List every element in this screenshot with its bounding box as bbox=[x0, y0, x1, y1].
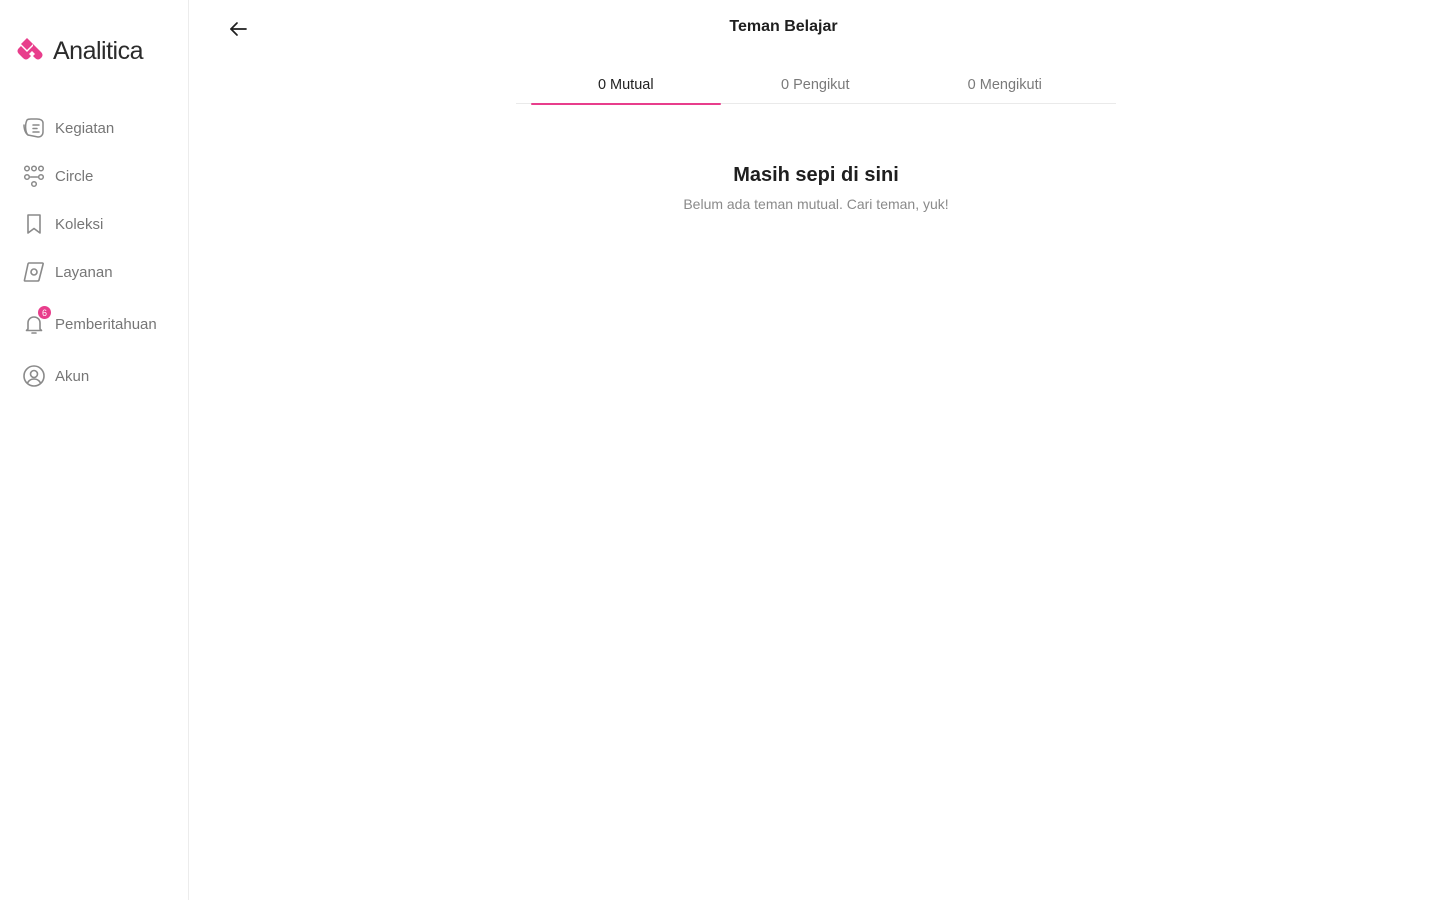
user-circle-icon bbox=[22, 364, 46, 388]
tab-pengikut[interactable]: 0 Pengikut bbox=[721, 66, 911, 104]
tab-mengikuti[interactable]: 0 Mengikuti bbox=[910, 66, 1100, 104]
sidebar-item-koleksi[interactable]: Koleksi bbox=[22, 211, 182, 237]
people-circle-icon bbox=[22, 164, 46, 188]
brand-name: Analitica bbox=[53, 36, 144, 65]
sidebar-item-label: Layanan bbox=[55, 263, 113, 281]
empty-state-title: Masih sepi di sini bbox=[733, 164, 899, 186]
activity-icon bbox=[22, 116, 46, 140]
sidebar-item-kegiatan[interactable]: Kegiatan bbox=[22, 115, 182, 141]
empty-state: Masih sepi di sini Belum ada teman mutua… bbox=[516, 164, 1116, 212]
bookmark-icon bbox=[22, 212, 46, 236]
sidebar-item-label: Akun bbox=[55, 367, 90, 385]
page-title-text: Teman Belajar bbox=[729, 18, 838, 35]
notification-badge: 6 bbox=[37, 305, 52, 320]
sidebar-item-akun[interactable]: Akun bbox=[22, 363, 182, 389]
brand-logo-icon bbox=[17, 36, 47, 67]
tab-bar: 0 Mutual 0 Pengikut 0 Mengikuti bbox=[516, 66, 1116, 105]
sidebar-item-layanan[interactable]: Layanan bbox=[22, 259, 182, 285]
sidebar-item-label: Circle bbox=[55, 167, 94, 185]
tab-mutual[interactable]: 0 Mutual bbox=[531, 66, 721, 105]
page-title: Teman Belajar bbox=[189, 18, 1440, 36]
sidebar-item-label: Koleksi bbox=[55, 215, 104, 233]
bell-icon: 6 bbox=[22, 305, 52, 336]
sidebar: Analitica Kegiatan Circle Koleksi Layana… bbox=[0, 0, 189, 900]
sidebar-item-label: Kegiatan bbox=[55, 119, 115, 137]
brand-logo[interactable]: Analitica bbox=[17, 36, 144, 67]
compass-icon bbox=[22, 260, 46, 284]
empty-state-subtitle: Belum ada teman mutual. Cari teman, yuk! bbox=[683, 196, 949, 212]
sidebar-item-label: Pemberitahuan bbox=[55, 315, 157, 333]
sidebar-item-pemberitahuan[interactable]: 6 Pemberitahuan bbox=[22, 305, 182, 337]
sidebar-item-circle[interactable]: Circle bbox=[22, 163, 182, 189]
app-root: Analitica Kegiatan Circle Koleksi Layana… bbox=[0, 0, 1440, 900]
